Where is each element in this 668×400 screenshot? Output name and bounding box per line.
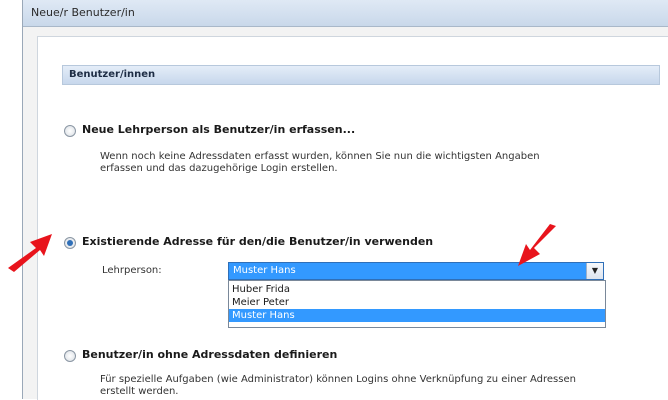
option-existing-address-label[interactable]: Existierende Adresse für den/die Benutze… <box>82 235 433 248</box>
section-title: Benutzer/innen <box>69 69 156 80</box>
chevron-down-icon[interactable]: ▼ <box>586 263 603 279</box>
red-arrow-icon <box>518 224 556 266</box>
section-header: Benutzer/innen <box>62 65 660 85</box>
option-no-address-description: Für spezielle Aufgaben (wie Administrato… <box>100 374 660 398</box>
description-line: erfassen und das dazugehörige Login erst… <box>100 163 338 174</box>
dialog-content: Benutzer/innen Neue Lehrperson als Benut… <box>37 36 668 400</box>
dropdown-option[interactable]: Huber Frida <box>229 283 605 296</box>
lehrperson-label: Lehrperson: <box>102 265 162 276</box>
red-arrow-icon <box>8 234 52 272</box>
title-bar: Neue/r Benutzer/in <box>23 0 668 27</box>
lehrperson-dropdown-list: Huber Frida Meier Peter Muster Hans <box>228 280 606 328</box>
description-line: erstellt werden. <box>100 386 179 397</box>
dropdown-option[interactable]: Meier Peter <box>229 296 605 309</box>
radio-existing-address[interactable] <box>64 237 76 249</box>
description-line: Für spezielle Aufgaben (wie Administrato… <box>100 374 576 385</box>
option-new-teacher-description: Wenn noch keine Adressdaten erfasst wurd… <box>100 151 660 175</box>
radio-no-address[interactable] <box>64 350 76 362</box>
window-title: Neue/r Benutzer/in <box>31 6 135 19</box>
option-new-teacher-label[interactable]: Neue Lehrperson als Benutzer/in erfassen… <box>82 123 355 136</box>
description-line: Wenn noch keine Adressdaten erfasst wurd… <box>100 151 540 162</box>
dialog-window: Neue/r Benutzer/in Benutzer/innen Neue L… <box>22 0 668 400</box>
radio-new-teacher[interactable] <box>64 125 76 137</box>
dropdown-option[interactable]: Muster Hans <box>229 309 605 322</box>
lehrperson-selected-value: Muster Hans <box>233 265 296 276</box>
option-no-address-label[interactable]: Benutzer/in ohne Adressdaten definieren <box>82 348 337 361</box>
